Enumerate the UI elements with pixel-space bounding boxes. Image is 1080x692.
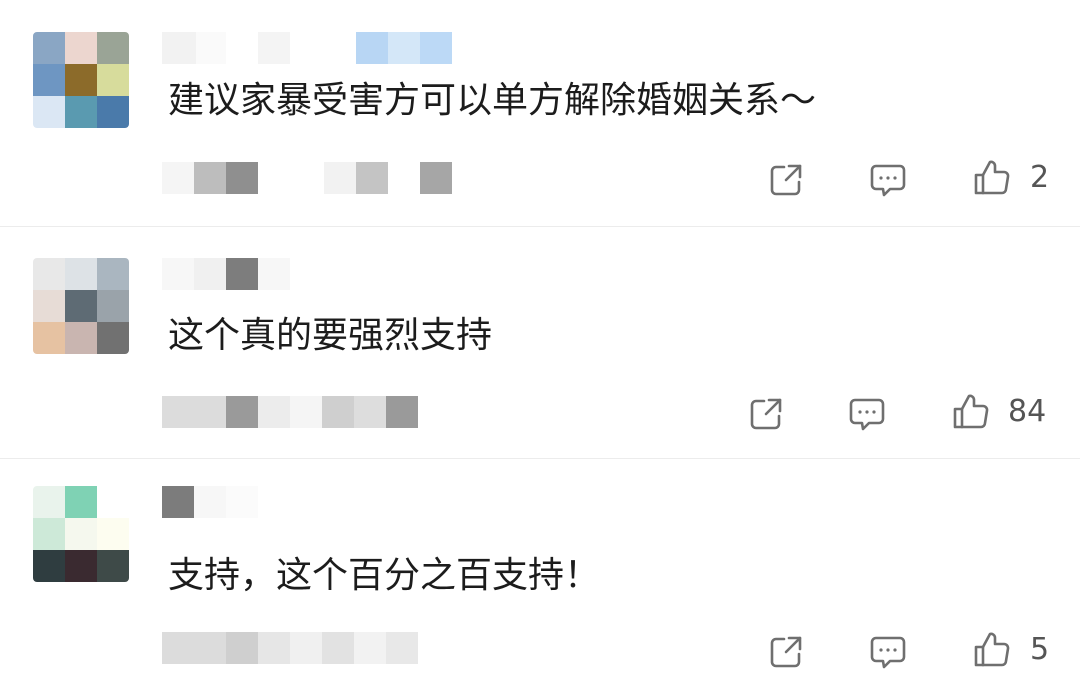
avatar-mosaic-tile xyxy=(65,290,97,322)
avatar[interactable] xyxy=(33,258,129,354)
avatar-mosaic-tile xyxy=(97,32,129,64)
share-button[interactable] xyxy=(766,160,806,200)
avatar-mosaic-tile xyxy=(33,96,65,128)
like-button[interactable] xyxy=(951,392,991,432)
like-button[interactable] xyxy=(972,630,1012,670)
comment-meta-redacted xyxy=(162,632,418,664)
avatar-mosaic-tile xyxy=(33,64,65,96)
avatar-mosaic-tile xyxy=(65,550,97,582)
avatar-mosaic-tile xyxy=(33,32,65,64)
comment-item: 建议家暴受害方可以单方解除婚姻关系～ 2 xyxy=(0,0,1080,226)
avatar-mosaic-tile xyxy=(97,322,129,354)
avatar-mosaic-tile xyxy=(33,518,65,550)
comment-text: 支持，这个百分之百支持！ xyxy=(168,555,601,596)
share-button[interactable] xyxy=(746,394,786,434)
avatar-mosaic-tile xyxy=(33,290,65,322)
like-button[interactable] xyxy=(972,158,1012,198)
comment-text: 建议家暴受害方可以单方解除婚姻关系～ xyxy=(168,80,817,121)
reply-button[interactable] xyxy=(868,632,908,672)
avatar-mosaic-tile xyxy=(97,96,129,128)
comment-meta-redacted xyxy=(162,162,452,194)
avatar-mosaic-tile xyxy=(33,258,65,290)
avatar-mosaic-tile xyxy=(65,486,97,518)
avatar-mosaic-tile xyxy=(97,64,129,96)
avatar-mosaic-tile xyxy=(65,64,97,96)
username-redacted[interactable] xyxy=(162,486,258,518)
comment-item: 这个真的要强烈支持 84 xyxy=(0,226,1080,458)
share-icon xyxy=(770,636,802,668)
username-redacted[interactable] xyxy=(162,32,452,64)
comment-bubble-icon xyxy=(870,636,906,669)
reply-button[interactable] xyxy=(868,160,908,200)
avatar-mosaic-tile xyxy=(33,550,65,582)
avatar-mosaic-tile xyxy=(65,96,97,128)
avatar[interactable] xyxy=(33,32,129,128)
thumbs-up-icon xyxy=(974,160,1010,195)
like-count: 84 xyxy=(1008,394,1047,429)
share-icon xyxy=(750,398,782,430)
thumbs-up-icon xyxy=(974,632,1010,667)
avatar-mosaic-tile xyxy=(65,518,97,550)
share-button[interactable] xyxy=(766,632,806,672)
avatar-mosaic-tile xyxy=(97,550,129,582)
reply-button[interactable] xyxy=(847,394,887,434)
avatar-mosaic-tile xyxy=(97,518,129,550)
avatar-mosaic-tile xyxy=(65,258,97,290)
avatar-mosaic-tile xyxy=(97,290,129,322)
comment-bubble-icon xyxy=(849,398,885,431)
thumbs-up-icon xyxy=(953,394,989,429)
share-icon xyxy=(770,164,802,196)
username-redacted[interactable] xyxy=(162,258,290,290)
like-count: 2 xyxy=(1030,160,1050,195)
avatar-mosaic-tile xyxy=(97,258,129,290)
avatar[interactable] xyxy=(33,486,129,582)
comment-bubble-icon xyxy=(870,164,906,197)
comment-item: 支持，这个百分之百支持！ 5 xyxy=(0,458,1080,692)
like-count: 5 xyxy=(1030,632,1050,667)
avatar-mosaic-tile xyxy=(33,486,65,518)
avatar-mosaic-tile xyxy=(33,322,65,354)
avatar-mosaic-tile xyxy=(65,32,97,64)
avatar-mosaic-tile xyxy=(97,486,129,518)
comment-meta-redacted xyxy=(162,396,418,428)
avatar-mosaic-tile xyxy=(65,322,97,354)
comment-text: 这个真的要强烈支持 xyxy=(168,315,493,356)
